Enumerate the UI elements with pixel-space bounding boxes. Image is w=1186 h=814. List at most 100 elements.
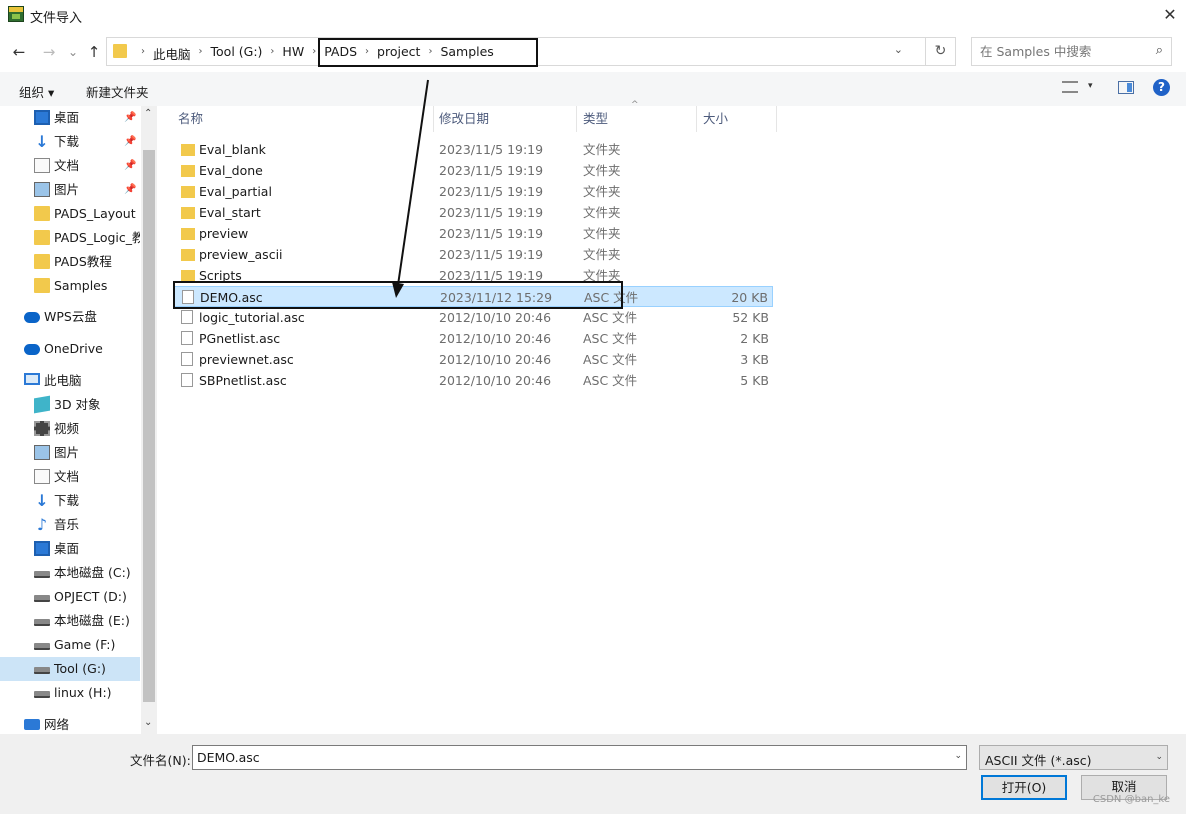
watermark-text: CSDN @ban_ke bbox=[1092, 794, 1170, 805]
nav-item[interactable]: 桌面 bbox=[0, 537, 140, 561]
nav-item[interactable]: linux (H:) bbox=[0, 681, 140, 705]
nav-item[interactable]: 此电脑 bbox=[0, 369, 140, 393]
file-icon bbox=[181, 310, 193, 324]
file-row[interactable]: previewnet.asc 2012/10/10 20:46 ASC 文件 3 KB bbox=[173, 349, 773, 370]
column-header-name[interactable]: 名称 bbox=[178, 106, 203, 132]
breadcrumb-separator-chevron-icon[interactable]: › bbox=[199, 44, 203, 63]
file-row[interactable]: Eval_blank 2023/11/5 19:19 文件夹 bbox=[173, 139, 773, 160]
nav-item-label: Tool (G:) bbox=[54, 661, 106, 676]
nav-item[interactable]: Game (F:) bbox=[0, 633, 140, 657]
nav-item-label: 桌面 bbox=[54, 541, 80, 556]
folder-icon bbox=[34, 230, 50, 245]
file-name: Eval_blank bbox=[199, 142, 266, 157]
file-row[interactable]: logic_tutorial.asc 2012/10/10 20:46 ASC 文件… bbox=[173, 307, 773, 328]
file-type-dropdown-chevron-icon[interactable]: ⌄ bbox=[1155, 752, 1163, 762]
column-header-date[interactable]: 修改日期 bbox=[439, 106, 489, 132]
column-divider[interactable] bbox=[576, 106, 577, 132]
nav-item[interactable]: Samples bbox=[0, 274, 140, 298]
column-header-type[interactable]: 类型 bbox=[583, 106, 608, 132]
file-row[interactable]: preview_ascii 2023/11/5 19:19 文件夹 bbox=[173, 244, 773, 265]
column-divider[interactable] bbox=[776, 106, 777, 132]
search-box[interactable]: ⌕ bbox=[971, 37, 1172, 66]
help-icon[interactable]: ? bbox=[1153, 79, 1170, 96]
nav-item-label: 图片 bbox=[54, 182, 80, 197]
file-size: 5 KB bbox=[740, 373, 769, 388]
drive-icon bbox=[34, 595, 50, 602]
file-row[interactable]: PGnetlist.asc 2012/10/10 20:46 ASC 文件 2 KB bbox=[173, 328, 773, 349]
nav-item[interactable]: PADS_Logic_教 bbox=[0, 226, 140, 250]
nav-item[interactable]: 视频 bbox=[0, 417, 140, 441]
search-icon[interactable]: ⌕ bbox=[1156, 43, 1163, 58]
picture-icon bbox=[34, 445, 50, 460]
nav-item-label: 文档 bbox=[54, 158, 80, 173]
breadcrumb-separator-chevron-icon[interactable]: › bbox=[312, 44, 316, 63]
view-options-icon[interactable] bbox=[1062, 81, 1078, 93]
back-arrow-icon[interactable]: ← bbox=[8, 40, 30, 64]
nav-item[interactable]: 本地磁盘 (E:) bbox=[0, 609, 140, 633]
forward-arrow-icon[interactable]: → bbox=[38, 40, 60, 64]
address-dropdown-chevron-icon[interactable]: ⌄ bbox=[894, 43, 903, 56]
nav-item[interactable]: ♪ 音乐 bbox=[0, 513, 140, 537]
file-row[interactable]: SBPnetlist.asc 2012/10/10 20:46 ASC 文件 5 KB bbox=[173, 370, 773, 391]
recent-locations-chevron-icon[interactable]: ⌄ bbox=[62, 40, 84, 64]
document-icon bbox=[34, 469, 50, 484]
file-type: ASC 文件 bbox=[583, 373, 638, 388]
nav-item[interactable]: Tool (G:) bbox=[0, 657, 140, 681]
drive-icon bbox=[34, 571, 50, 578]
filename-value[interactable]: DEMO.asc bbox=[197, 750, 260, 765]
organize-menu[interactable]: 组织 ▾ bbox=[19, 82, 54, 101]
up-arrow-icon[interactable]: ↑ bbox=[83, 40, 105, 64]
scroll-up-chevron-icon[interactable]: ⌃ bbox=[144, 108, 152, 119]
file-name: logic_tutorial.asc bbox=[199, 310, 305, 325]
nav-item[interactable]: 桌面 📌 bbox=[0, 106, 140, 130]
nav-item[interactable]: PADS_Layout 教 bbox=[0, 202, 140, 226]
nav-item[interactable]: 本地磁盘 (C:) bbox=[0, 561, 140, 585]
nav-item[interactable]: 图片 bbox=[0, 441, 140, 465]
file-name: preview_ascii bbox=[199, 247, 283, 262]
open-button[interactable]: 打开(O) bbox=[981, 775, 1067, 800]
pads-app-icon bbox=[8, 6, 24, 22]
search-input[interactable] bbox=[980, 44, 1140, 59]
nav-item[interactable]: PADS教程 bbox=[0, 250, 140, 274]
nav-item[interactable]: OPJECT (D:) bbox=[0, 585, 140, 609]
breadcrumb-separator-chevron-icon[interactable]: › bbox=[270, 44, 274, 63]
view-dropdown-chevron-icon[interactable]: ▾ bbox=[1088, 81, 1093, 91]
file-type: ASC 文件 bbox=[583, 331, 638, 346]
close-button[interactable]: ✕ bbox=[1154, 0, 1186, 30]
nav-item[interactable]: 文档 📌 bbox=[0, 154, 140, 178]
nav-item[interactable]: 文档 bbox=[0, 465, 140, 489]
navigation-pane: 桌面 📌 ↓ 下载 📌 文档 📌 图片 📌 PADS_Layout 教 PADS_Logic_教 PA… bbox=[0, 106, 157, 734]
file-row[interactable]: preview 2023/11/5 19:19 文件夹 bbox=[173, 223, 773, 244]
nav-item[interactable]: ↓ 下载 bbox=[0, 489, 140, 513]
nav-scrollbar-thumb[interactable] bbox=[143, 150, 155, 702]
file-type-select[interactable]: ASCII 文件 (*.asc) ⌄ bbox=[979, 745, 1168, 770]
file-type-value[interactable]: ASCII 文件 (*.asc) bbox=[985, 750, 1092, 769]
nav-item[interactable]: 图片 📌 bbox=[0, 178, 140, 202]
window-title: 文件导入 bbox=[30, 11, 83, 26]
file-row[interactable]: Eval_done 2023/11/5 19:19 文件夹 bbox=[173, 160, 773, 181]
file-row[interactable]: Eval_start 2023/11/5 19:19 文件夹 bbox=[173, 202, 773, 223]
nav-item[interactable]: WPS云盘 bbox=[0, 305, 140, 329]
refresh-icon[interactable]: ↻ bbox=[925, 38, 955, 65]
new-folder-button[interactable]: 新建文件夹 bbox=[86, 82, 149, 101]
breadcrumb-item[interactable]: 此电脑 bbox=[153, 44, 191, 63]
pin-icon: 📌 bbox=[124, 112, 137, 123]
breadcrumb-item[interactable]: HW bbox=[282, 44, 304, 63]
column-divider[interactable] bbox=[433, 106, 434, 132]
preview-pane-icon[interactable] bbox=[1118, 81, 1134, 94]
column-header-size[interactable]: 大小 bbox=[703, 106, 728, 132]
network-icon bbox=[24, 719, 40, 730]
file-row[interactable]: Eval_partial 2023/11/5 19:19 文件夹 bbox=[173, 181, 773, 202]
filename-dropdown-chevron-icon[interactable]: ⌄ bbox=[954, 751, 962, 761]
breadcrumb-separator-chevron-icon[interactable]: › bbox=[141, 44, 145, 63]
nav-item[interactable]: 3D 对象 bbox=[0, 393, 140, 417]
nav-item[interactable]: ↓ 下载 📌 bbox=[0, 130, 140, 154]
file-name: Eval_start bbox=[199, 205, 261, 220]
column-divider[interactable] bbox=[696, 106, 697, 132]
scroll-down-chevron-icon[interactable]: ⌄ bbox=[144, 717, 152, 728]
nav-item[interactable]: OneDrive bbox=[0, 337, 140, 361]
file-date: 2023/11/5 19:19 bbox=[439, 163, 544, 178]
breadcrumb-item[interactable]: Tool (G:) bbox=[211, 44, 263, 63]
file-name: PGnetlist.asc bbox=[199, 331, 281, 346]
filename-field[interactable]: DEMO.asc ⌄ bbox=[192, 745, 967, 770]
